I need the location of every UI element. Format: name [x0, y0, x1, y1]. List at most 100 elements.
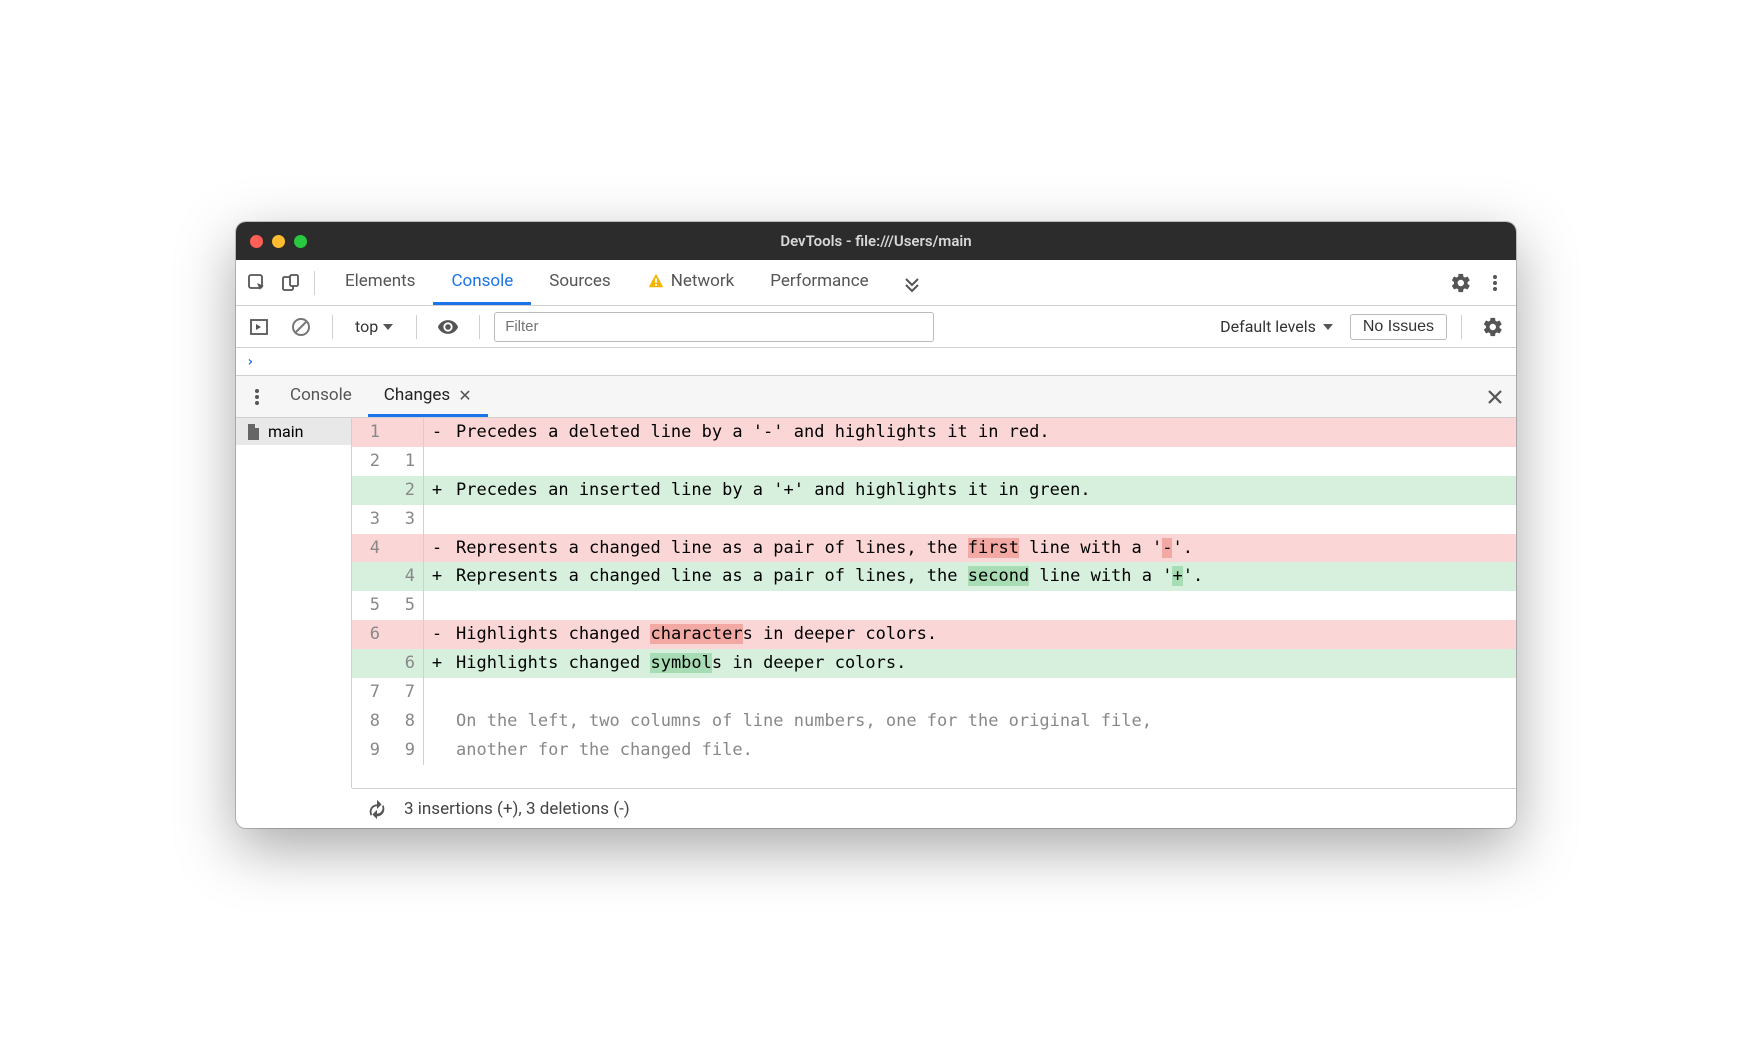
diff-code: [450, 591, 1516, 620]
diff-marker: [424, 678, 450, 707]
log-levels-selector[interactable]: Default levels: [1212, 317, 1342, 336]
drawer-tab-console[interactable]: Console: [274, 376, 368, 417]
close-window-button[interactable]: [250, 235, 263, 248]
main-tabs: Elements Console Sources Network Perform…: [327, 260, 887, 305]
diff-code: On the left, two columns of line numbers…: [450, 707, 1516, 736]
diff-row: 4+Represents a changed line as a pair of…: [352, 562, 1516, 591]
chevron-down-icon: [1322, 321, 1334, 333]
line-number-new: 1: [388, 447, 424, 476]
diff-row: 99another for the changed file.: [352, 736, 1516, 765]
diff-code: Highlights changed symbols in deeper col…: [450, 649, 1516, 678]
revert-icon[interactable]: [366, 792, 388, 826]
traffic-lights: [250, 235, 307, 248]
issues-button[interactable]: No Issues: [1350, 314, 1447, 340]
diff-marker: +: [424, 562, 450, 591]
minimize-window-button[interactable]: [272, 235, 285, 248]
line-number-new: 7: [388, 678, 424, 707]
diff-code: [450, 447, 1516, 476]
line-number-old: [352, 649, 388, 678]
warning-icon: [647, 272, 665, 290]
diff-marker: [424, 447, 450, 476]
diff-code: Precedes an inserted line by a '+' and h…: [450, 476, 1516, 505]
line-number-old: 7: [352, 678, 388, 707]
chevron-down-icon: [382, 321, 394, 333]
console-settings-icon[interactable]: [1476, 310, 1510, 344]
line-number-old: 8: [352, 707, 388, 736]
more-tabs-icon[interactable]: [895, 266, 929, 300]
diff-code: another for the changed file.: [450, 736, 1516, 765]
diff-marker: -: [424, 620, 450, 649]
diff-row: 6-Highlights changed characters in deepe…: [352, 620, 1516, 649]
diff-marker: [424, 505, 450, 534]
line-number-new: [388, 534, 424, 563]
live-expression-icon[interactable]: [431, 310, 465, 344]
diff-marker: +: [424, 649, 450, 678]
toggle-sidebar-icon[interactable]: [242, 310, 276, 344]
line-number-old: 2: [352, 447, 388, 476]
diff-code: [450, 678, 1516, 707]
close-drawer-icon[interactable]: [1478, 380, 1512, 414]
tab-label: Performance: [770, 271, 868, 291]
drawer-tab-changes[interactable]: Changes ✕: [368, 376, 488, 417]
drawer-tab-label: Changes: [384, 385, 450, 405]
diff-marker: [424, 591, 450, 620]
diff-row: 1-Precedes a deleted line by a '-' and h…: [352, 418, 1516, 447]
divider: [416, 315, 417, 339]
context-label: top: [355, 317, 378, 336]
tab-performance[interactable]: Performance: [752, 260, 886, 305]
clear-console-icon[interactable]: [284, 310, 318, 344]
tab-label: Network: [671, 271, 735, 291]
diff-marker: -: [424, 534, 450, 563]
context-selector[interactable]: top: [347, 315, 402, 338]
tab-network[interactable]: Network: [629, 260, 753, 305]
line-number-old: 9: [352, 736, 388, 765]
close-tab-icon[interactable]: ✕: [458, 386, 471, 405]
line-number-new: 3: [388, 505, 424, 534]
diff-row: 2+Precedes an inserted line by a '+' and…: [352, 476, 1516, 505]
devtools-window: DevTools - file:///Users/main Elements C…: [236, 222, 1516, 828]
kebab-menu-icon[interactable]: [1478, 266, 1512, 300]
levels-label: Default levels: [1220, 317, 1316, 336]
drawer-menu-icon[interactable]: [240, 380, 274, 414]
diff-marker: -: [424, 418, 450, 447]
line-number-old: 5: [352, 591, 388, 620]
diff-row: 55: [352, 591, 1516, 620]
divider: [314, 271, 315, 295]
diff-view[interactable]: 1-Precedes a deleted line by a '-' and h…: [352, 418, 1516, 788]
tab-label: Console: [451, 271, 513, 291]
diff-marker: +: [424, 476, 450, 505]
diff-row: 6+Highlights changed symbols in deeper c…: [352, 649, 1516, 678]
divider: [1461, 315, 1462, 339]
filter-input[interactable]: [494, 312, 934, 342]
diff-code: Represents a changed line as a pair of l…: [450, 534, 1516, 563]
line-number-new: 5: [388, 591, 424, 620]
tab-sources[interactable]: Sources: [531, 260, 628, 305]
console-prompt[interactable]: ›: [236, 348, 1516, 376]
inspect-element-icon[interactable]: [240, 266, 274, 300]
line-number-new: 2: [388, 476, 424, 505]
line-number-new: 6: [388, 649, 424, 678]
diff-code: Highlights changed characters in deeper …: [450, 620, 1516, 649]
diff-row: 21: [352, 447, 1516, 476]
prompt-caret-icon: ›: [246, 354, 254, 370]
line-number-old: [352, 476, 388, 505]
diff-code: Precedes a deleted line by a '-' and hig…: [450, 418, 1516, 447]
window-title: DevTools - file:///Users/main: [236, 232, 1516, 250]
diff-row: 33: [352, 505, 1516, 534]
diff-row: 4-Represents a changed line as a pair of…: [352, 534, 1516, 563]
diff-row: 77: [352, 678, 1516, 707]
divider: [479, 315, 480, 339]
file-item-main[interactable]: main: [236, 418, 351, 445]
drawer-tabs-bar: Console Changes ✕: [236, 376, 1516, 418]
file-icon: [244, 423, 262, 441]
settings-icon[interactable]: [1444, 266, 1478, 300]
file-name: main: [268, 422, 303, 441]
line-number-new: [388, 620, 424, 649]
tab-console[interactable]: Console: [433, 260, 531, 305]
line-number-new: 8: [388, 707, 424, 736]
tab-elements[interactable]: Elements: [327, 260, 433, 305]
maximize-window-button[interactable]: [294, 235, 307, 248]
line-number-new: 4: [388, 562, 424, 591]
device-toolbar-icon[interactable]: [274, 266, 308, 300]
status-summary: 3 insertions (+), 3 deletions (-): [404, 799, 630, 819]
